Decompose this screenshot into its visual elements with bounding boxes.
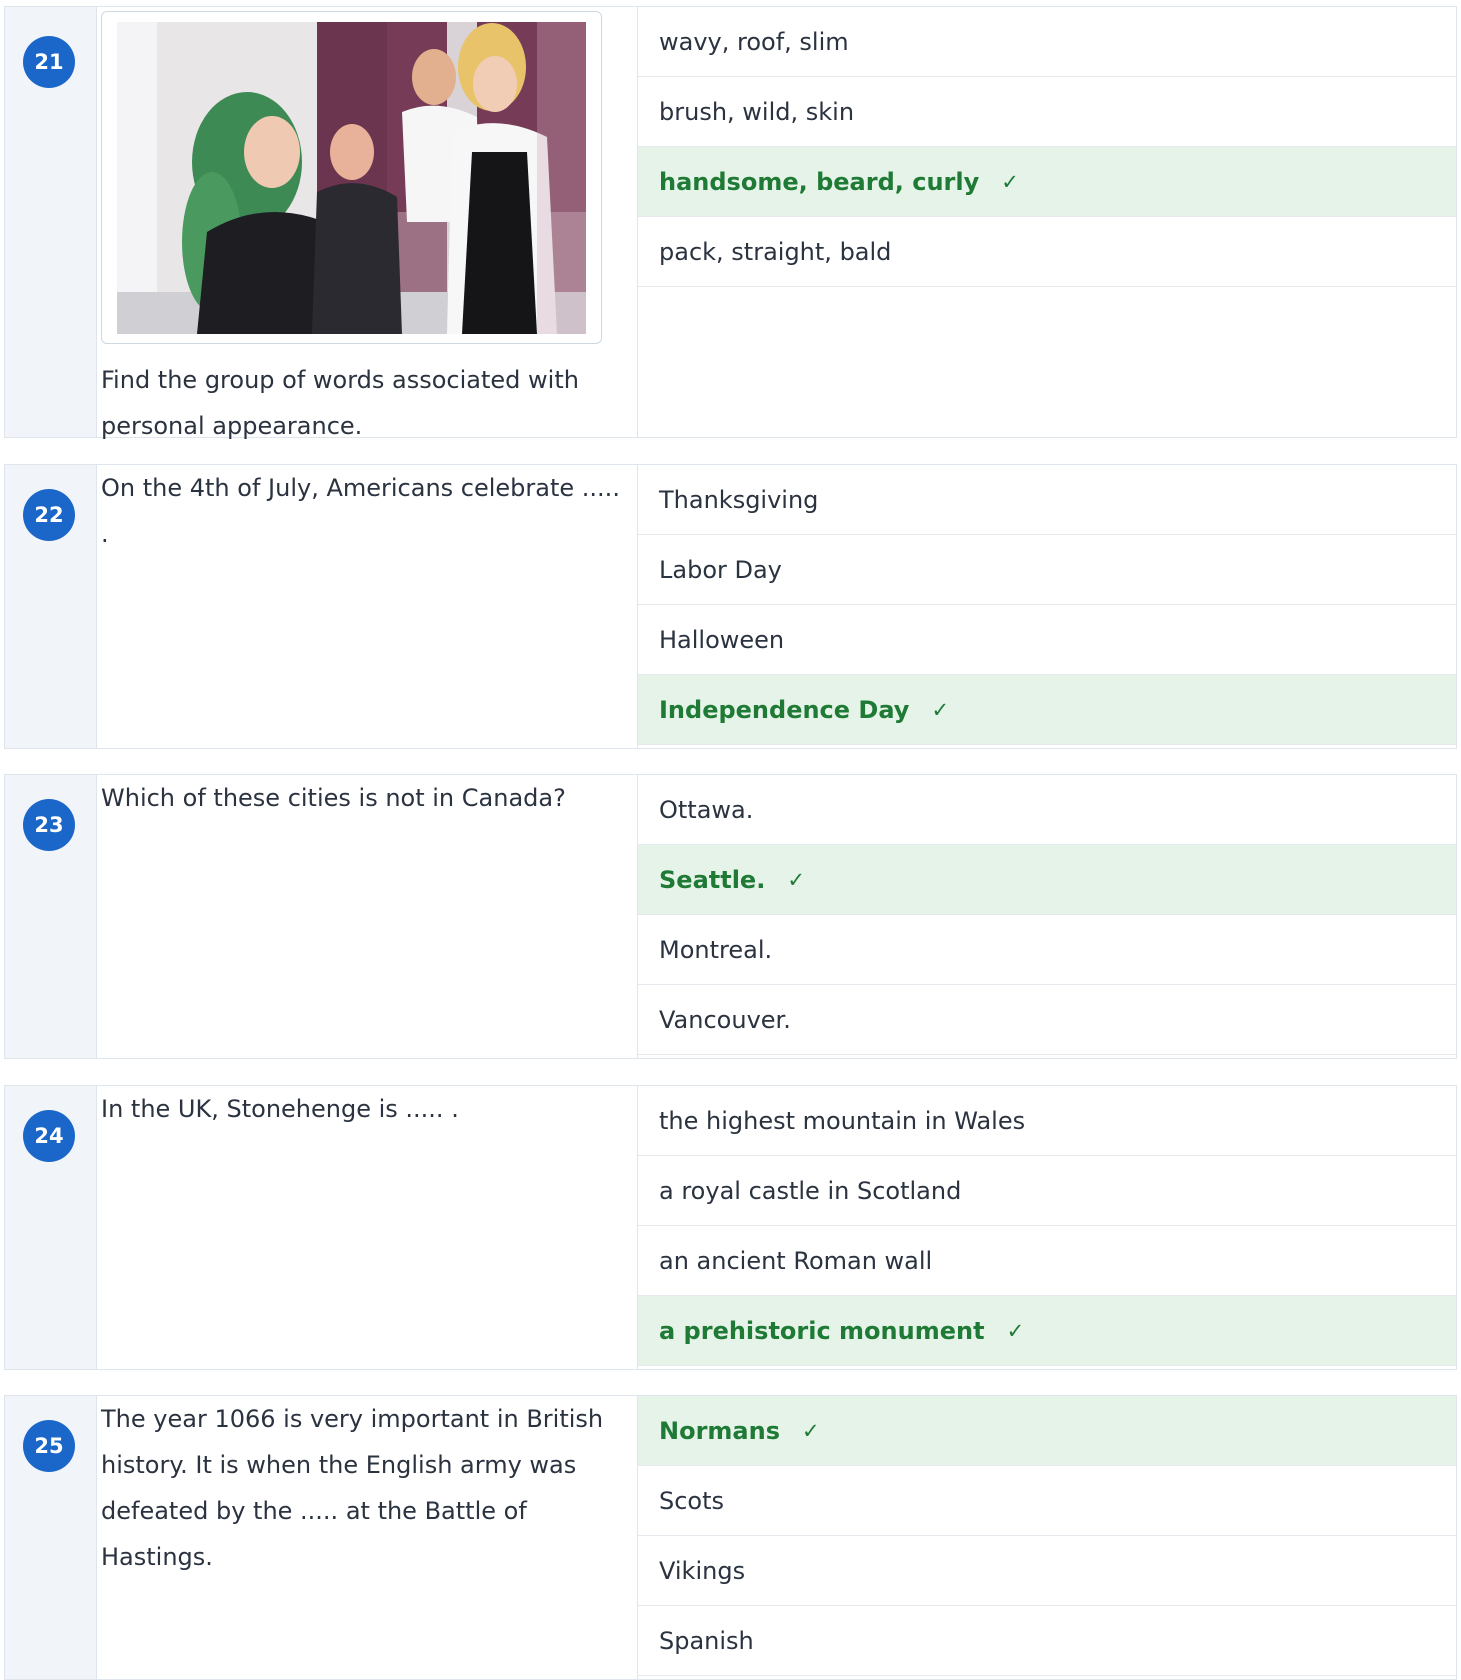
answer-option[interactable]: the highest mountain in Wales [638,1086,1456,1156]
answer-option[interactable]: a royal castle in Scotland [638,1156,1456,1226]
answer-option-correct[interactable]: handsome, beard, curly ✓ [638,147,1456,217]
answer-option[interactable]: Montreal. [638,915,1456,985]
answer-option[interactable]: wavy, roof, slim [638,7,1456,77]
answer-list: Ottawa. Seattle. ✓ Montreal. Vancouver. [638,775,1456,1055]
question-number-column: 23 [5,775,97,1058]
answer-label: a prehistoric monument [659,1316,985,1345]
answer-label: Seattle. [659,865,766,894]
answer-option[interactable]: brush, wild, skin [638,77,1456,147]
answer-list: the highest mountain in Wales a royal ca… [638,1086,1456,1366]
answer-label: wavy, roof, slim [659,27,849,56]
answer-label: an ancient Roman wall [659,1246,933,1275]
question-text: Find the group of words associated with … [101,366,579,440]
question-number-column: 24 [5,1086,97,1369]
question-number-badge: 25 [23,1420,75,1472]
question-column: On the 4th of July, Americans celebrate … [97,465,638,748]
answer-option-correct[interactable]: Independence Day ✓ [638,675,1456,745]
answer-list: wavy, roof, slim brush, wild, skin hands… [638,7,1456,287]
answer-label: Normans [659,1416,780,1445]
answer-label: Scots [659,1486,725,1515]
answer-option[interactable]: Spanish [638,1606,1456,1676]
answer-label: Labor Day [659,555,782,584]
salon-photo [117,22,586,334]
answer-option[interactable]: Scots [638,1466,1456,1536]
answer-label: Vancouver. [659,1005,791,1034]
question-image [101,11,602,344]
question-number-column: 25 [5,1396,97,1679]
question-number-badge: 22 [23,489,75,541]
check-icon: ✓ [787,867,805,892]
question-column: Which of these cities is not in Canada? [97,775,638,1058]
answer-label: Halloween [659,625,785,654]
answer-option[interactable]: Vikings [638,1536,1456,1606]
check-icon: ✓ [801,1418,820,1443]
question-card: 22 On the 4th of July, Americans celebra… [4,464,1457,749]
answer-list: Normans ✓ Scots Vikings Spanish [638,1396,1456,1676]
answer-label: pack, straight, bald [659,237,892,266]
question-column: In the UK, Stonehenge is ..... . [97,1086,638,1369]
answer-label: Ottawa. [659,795,754,824]
answer-option[interactable]: Thanksgiving [638,465,1456,535]
question-text: In the UK, Stonehenge is ..... . [101,1095,459,1123]
question-column: The year 1066 is very important in Briti… [97,1396,638,1679]
answer-label: a royal castle in Scotland [659,1176,962,1205]
answer-option-correct[interactable]: Normans ✓ [638,1396,1456,1466]
answer-option[interactable]: Ottawa. [638,775,1456,845]
check-icon: ✓ [1006,1318,1025,1343]
answer-label: Independence Day [659,695,910,724]
question-card: 21 Find the group of words associated wi… [4,6,1457,440]
check-icon: ✓ [1001,169,1019,194]
answer-label: Spanish [659,1626,754,1655]
question-number-column: 21 [5,7,97,437]
answer-option[interactable]: pack, straight, bald [638,217,1456,287]
answer-option[interactable]: an ancient Roman wall [638,1226,1456,1296]
answer-option-correct[interactable]: Seattle. ✓ [638,845,1456,915]
question-text: Which of these cities is not in Canada? [101,784,566,812]
question-number-badge: 23 [23,799,75,851]
answer-label: Vikings [659,1556,746,1585]
answer-label: handsome, beard, curly [659,167,980,196]
question-text: On the 4th of July, Americans celebrate … [101,474,620,548]
question-number-badge: 24 [23,1110,75,1162]
answer-label: Montreal. [659,935,773,964]
question-number-badge: 21 [23,36,75,88]
question-text: The year 1066 is very important in Briti… [101,1405,604,1571]
answer-option[interactable]: Labor Day [638,535,1456,605]
question-column: Find the group of words associated with … [97,7,638,440]
answer-label: the highest mountain in Wales [659,1106,1026,1135]
answer-list: Thanksgiving Labor Day Halloween Indepen… [638,465,1456,745]
check-icon: ✓ [931,697,950,722]
question-number-column: 22 [5,465,97,748]
answer-option-correct[interactable]: a prehistoric monument ✓ [638,1296,1456,1366]
question-card: 23 Which of these cities is not in Canad… [4,774,1457,1059]
answer-label: brush, wild, skin [659,97,855,126]
answer-option[interactable]: Vancouver. [638,985,1456,1055]
question-card: 25 The year 1066 is very important in Br… [4,1395,1457,1680]
question-card: 24 In the UK, Stonehenge is ..... . the … [4,1085,1457,1370]
answer-option[interactable]: Halloween [638,605,1456,675]
answer-label: Thanksgiving [659,485,819,514]
